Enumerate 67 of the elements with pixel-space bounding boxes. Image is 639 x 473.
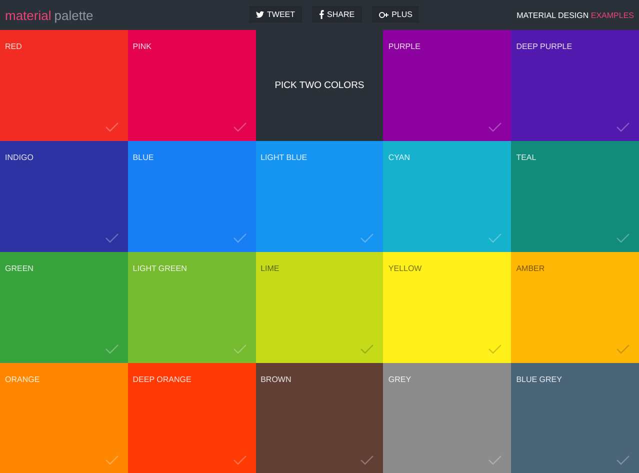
swatch-label: AMBER <box>516 264 545 273</box>
color-swatch[interactable]: ORANGE <box>0 363 128 473</box>
color-swatch[interactable]: BLUE GREY <box>511 363 639 473</box>
check-icon <box>360 344 374 354</box>
color-swatch[interactable]: YELLOW <box>383 252 512 363</box>
share-button[interactable]: PLUS <box>372 6 420 23</box>
check-icon <box>232 122 247 132</box>
swatch-label: INDIGO <box>5 153 34 162</box>
color-swatch[interactable]: AMBER <box>511 252 639 363</box>
check-icon <box>360 233 374 243</box>
color-swatch[interactable]: GREY <box>383 363 512 473</box>
swatch-label: LIGHT GREEN <box>132 264 187 273</box>
logo-text: material <box>5 8 52 22</box>
swatch-label: GREY <box>388 375 412 384</box>
check-icon <box>488 122 502 132</box>
swatch-label: PURPLE <box>388 42 420 51</box>
check-icon <box>104 344 119 354</box>
swatch-label: CYAN <box>388 153 410 162</box>
swatch-label: BROWN <box>260 375 292 384</box>
check-icon <box>616 344 630 354</box>
swatch-label: ORANGE <box>5 375 40 384</box>
swatch-label: YELLOW <box>388 264 422 273</box>
check-icon <box>616 122 630 132</box>
color-swatch[interactable]: LIME <box>256 252 384 363</box>
nav-link[interactable]: MATERIAL DESIGN EXAMPLES <box>516 10 634 20</box>
check-icon <box>488 455 502 465</box>
color-swatch[interactable]: BLUE <box>128 141 256 252</box>
swatch-label: PINK <box>132 42 152 51</box>
color-swatch[interactable]: DEEP ORANGE <box>128 363 256 473</box>
color-swatch[interactable]: INDIGO <box>0 141 128 252</box>
color-swatch[interactable]: CYAN <box>383 141 512 252</box>
check-icon <box>488 344 502 354</box>
check-icon <box>616 233 630 243</box>
swatch-label: DEEP PURPLE <box>516 42 572 51</box>
swatch-label: RED <box>5 42 22 51</box>
check-icon <box>488 233 502 243</box>
check-icon <box>104 233 119 243</box>
g-plus-icon <box>378 10 389 18</box>
check-icon <box>104 122 119 132</box>
check-icon <box>616 455 630 465</box>
color-swatch[interactable]: PURPLE <box>383 30 512 141</box>
color-swatch[interactable]: LIGHT GREEN <box>128 252 256 363</box>
swatch-label: GREEN <box>5 264 34 273</box>
swatch-label: LIGHT BLUE <box>260 153 308 162</box>
check-icon <box>232 455 247 465</box>
check-icon <box>360 455 374 465</box>
color-swatch[interactable]: TEAL <box>511 141 639 252</box>
color-swatch[interactable]: BROWN <box>256 363 384 473</box>
logo-text: palette <box>54 8 94 22</box>
f-icon <box>319 10 324 19</box>
swatch-label: BLUE GREY <box>516 375 562 384</box>
color-swatch[interactable]: DEEP PURPLE <box>511 30 639 141</box>
share-button[interactable]: TWEET <box>249 6 302 23</box>
check-icon <box>104 455 119 465</box>
check-icon <box>232 233 247 243</box>
swatch-label: DEEP ORANGE <box>132 375 192 384</box>
check-icon <box>232 344 247 354</box>
prompt-text: PICK TWO COLORS <box>274 80 364 91</box>
share-button[interactable]: SHARE <box>312 6 362 23</box>
swatch-label: LIME <box>260 264 280 273</box>
color-swatch[interactable]: PINK <box>128 30 256 141</box>
bird-icon <box>256 11 264 18</box>
swatch-label: BLUE <box>132 153 154 162</box>
color-swatch[interactable]: LIGHT BLUE <box>256 141 384 252</box>
swatch-label: TEAL <box>516 153 536 162</box>
color-swatch[interactable]: RED <box>0 30 128 141</box>
color-swatch[interactable]: GREEN <box>0 252 128 363</box>
